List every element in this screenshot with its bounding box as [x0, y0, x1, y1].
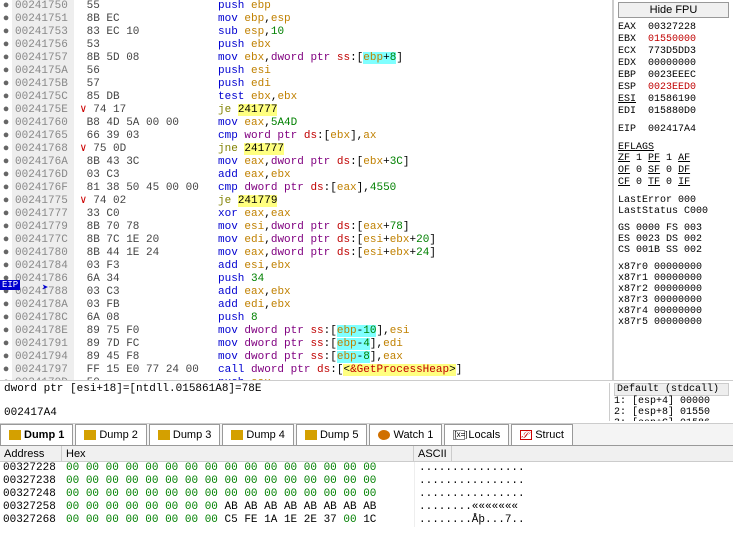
registers-panel[interactable]: Hide FPU EAX00327228EBX01550000ECX773D5D…	[613, 0, 733, 380]
disasm-row[interactable]: ●00241786 6A 34push 34	[0, 273, 612, 286]
tab-locals[interactable]: [x=]Locals	[444, 424, 509, 445]
tab-dump-1[interactable]: Dump 1	[0, 424, 73, 445]
register-row[interactable]: ESP0023EED0	[618, 82, 729, 94]
tab-label: Watch 1	[393, 429, 433, 441]
dump-row[interactable]: 0032723800 00 00 00 00 00 00 00 00 00 00…	[0, 475, 733, 488]
disasm-row[interactable]: ●00241750 55push ebp	[0, 0, 612, 13]
disasm-row[interactable]: ●00241777 33 C0xor eax,eax	[0, 208, 612, 221]
disasm-row[interactable]: ●00241775∨ 74 02je 241779	[0, 195, 612, 208]
tab-label: Struct	[535, 429, 564, 441]
disasm-row[interactable]: ●0024178C 6A 08push 8	[0, 312, 612, 325]
disasm-row[interactable]: ●00241760 B8 4D 5A 00 00mov eax,5A4D	[0, 117, 612, 130]
tab-label: Locals	[468, 429, 500, 441]
locals-icon: [x=]	[453, 430, 465, 440]
watch-icon	[378, 430, 390, 440]
segment-row: CS 001B SS 002	[618, 245, 729, 256]
tab-dump-4[interactable]: Dump 4	[222, 424, 294, 445]
tab-label: Dump 4	[246, 429, 285, 441]
operand-info: dword ptr [esi+18]=[ntdll.015861A8]=78E	[4, 383, 609, 395]
disassembly-panel[interactable]: EIP ➤ ●00241750 55push ebp●00241751 8B E…	[0, 0, 613, 380]
dump-row[interactable]: 0032725800 00 00 00 00 00 00 00 AB AB AB…	[0, 501, 733, 514]
disasm-row[interactable]: ●00241765 66 39 03cmp word ptr ds:[ebx],…	[0, 130, 612, 143]
register-row[interactable]: EAX00327228	[618, 22, 729, 34]
tab-dump-5[interactable]: Dump 5	[296, 424, 368, 445]
struct-icon: 𝒮	[520, 430, 532, 440]
tab-label: Dump 5	[320, 429, 359, 441]
eip-value: 002417A4	[648, 124, 696, 136]
lasterror: LastError 000	[618, 195, 729, 206]
disasm-row[interactable]: ●0024175A 56push esi	[0, 65, 612, 78]
disasm-row[interactable]: ●00241780 8B 44 1E 24mov eax,dword ptr d…	[0, 247, 612, 260]
tab-watch-1[interactable]: Watch 1	[369, 424, 442, 445]
segment-row: GS 0000 FS 003	[618, 223, 729, 234]
dump-row[interactable]: 0032726800 00 00 00 00 00 00 00 C5 FE 1A…	[0, 514, 733, 527]
disasm-row[interactable]: ●00241788 03 C3add eax,ebx	[0, 286, 612, 299]
disasm-row[interactable]: ●00241791 89 7D FCmov dword ptr ss:[ebp-…	[0, 338, 612, 351]
flag-row: ZF 1 PF 1 AF	[618, 153, 729, 165]
eip-label: EIP	[618, 124, 642, 136]
dump-header-ascii[interactable]: ASCII	[414, 446, 452, 461]
register-row[interactable]: EBX01550000	[618, 34, 729, 46]
tab-label: Dump 2	[99, 429, 138, 441]
tab-dump-3[interactable]: Dump 3	[149, 424, 221, 445]
tab-label: Dump 1	[24, 429, 64, 441]
eflags-label: EFLAGS	[618, 142, 729, 153]
dump-header-hex[interactable]: Hex	[62, 446, 414, 461]
disasm-row[interactable]: ●0024177C 8B 7C 1E 20mov edi,dword ptr d…	[0, 234, 612, 247]
disasm-row[interactable]: ●00241768∨ 75 0Djne 241777	[0, 143, 612, 156]
x87-row: x87r4 00000000	[618, 306, 729, 317]
disasm-row[interactable]: ●00241756 53push ebx	[0, 39, 612, 52]
dump-icon	[84, 430, 96, 440]
disasm-row[interactable]: ●00241784 03 F3add esi,ebx	[0, 260, 612, 273]
eip-arrow: ➤	[42, 281, 49, 295]
eip-marker: EIP	[0, 280, 20, 290]
disasm-row[interactable]: ●00241794 89 45 F8mov dword ptr ss:[ebp-…	[0, 351, 612, 364]
disasm-row[interactable]: ●0024176A 8B 43 3Cmov eax,dword ptr ds:[…	[0, 156, 612, 169]
disasm-row[interactable]: ●0024178E 89 75 F0mov dword ptr ss:[ebp-…	[0, 325, 612, 338]
dump-row[interactable]: 0032722800 00 00 00 00 00 00 00 00 00 00…	[0, 462, 733, 475]
hide-fpu-button[interactable]: Hide FPU	[618, 2, 729, 18]
dump-icon	[158, 430, 170, 440]
current-address: 002417A4	[4, 407, 609, 419]
dump-panel[interactable]: Address Hex ASCII 0032722800 00 00 00 00…	[0, 446, 733, 542]
tab-struct[interactable]: 𝒮Struct	[511, 424, 573, 445]
flag-row: CF 0 TF 0 IF	[618, 177, 729, 189]
x87-row: x87r3 00000000	[618, 295, 729, 306]
disasm-row[interactable]: ●00241797 FF 15 E0 77 24 00call dword pt…	[0, 364, 612, 377]
disasm-row[interactable]: ●0024176D 03 C3add eax,ebx	[0, 169, 612, 182]
stack-row[interactable]: 2: [esp+8] 01550	[614, 407, 729, 418]
x87-row: x87r5 00000000	[618, 317, 729, 328]
stack-row[interactable]: 1: [esp+4] 00000	[614, 396, 729, 407]
disasm-row[interactable]: ●0024178A 03 FBadd edi,ebx	[0, 299, 612, 312]
calling-convention[interactable]: Default (stdcall)	[614, 383, 729, 396]
dump-row[interactable]: 0032724800 00 00 00 00 00 00 00 00 00 00…	[0, 488, 733, 501]
disasm-row[interactable]: ●00241753 83 EC 10sub esp,10	[0, 26, 612, 39]
disasm-row[interactable]: ●0024175E∨ 74 17je 241777	[0, 104, 612, 117]
disasm-row[interactable]: ●00241779 8B 70 78mov esi,dword ptr ds:[…	[0, 221, 612, 234]
disasm-row[interactable]: ●0024175C 85 DBtest ebx,ebx	[0, 91, 612, 104]
dump-icon	[305, 430, 317, 440]
register-row[interactable]: EBP0023EEEC	[618, 70, 729, 82]
dump-header-address[interactable]: Address	[0, 446, 62, 461]
dump-tabs: Dump 1 Dump 2 Dump 3 Dump 4 Dump 5 Watch 1 [x=…	[0, 424, 733, 446]
flag-row: OF 0 SF 0 DF	[618, 165, 729, 177]
dump-icon	[9, 430, 21, 440]
tab-dump-2[interactable]: Dump 2	[75, 424, 147, 445]
disasm-row[interactable]: ●00241751 8B ECmov ebp,esp	[0, 13, 612, 26]
x87-row: x87r0 00000000	[618, 262, 729, 273]
disasm-row[interactable]: ●0024175B 57push edi	[0, 78, 612, 91]
stack-row[interactable]: 3: [esp+C] 01586	[614, 418, 729, 421]
tab-label: Dump 3	[173, 429, 212, 441]
dump-icon	[231, 430, 243, 440]
laststatus: LastStatus C000	[618, 206, 729, 217]
register-row[interactable]: ECX773D5DD3	[618, 46, 729, 58]
disasm-row[interactable]: ●0024176F 81 38 50 45 00 00cmp dword ptr…	[0, 182, 612, 195]
register-row[interactable]: EDX00000000	[618, 58, 729, 70]
disasm-row[interactable]: ●00241757 8B 5D 08mov ebx,dword ptr ss:[…	[0, 52, 612, 65]
x87-row: x87r2 00000000	[618, 284, 729, 295]
x87-row: x87r1 00000000	[618, 273, 729, 284]
register-row[interactable]: ESI01586190	[618, 94, 729, 106]
segment-row: ES 0023 DS 002	[618, 234, 729, 245]
register-row[interactable]: EDI015880D0	[618, 106, 729, 118]
